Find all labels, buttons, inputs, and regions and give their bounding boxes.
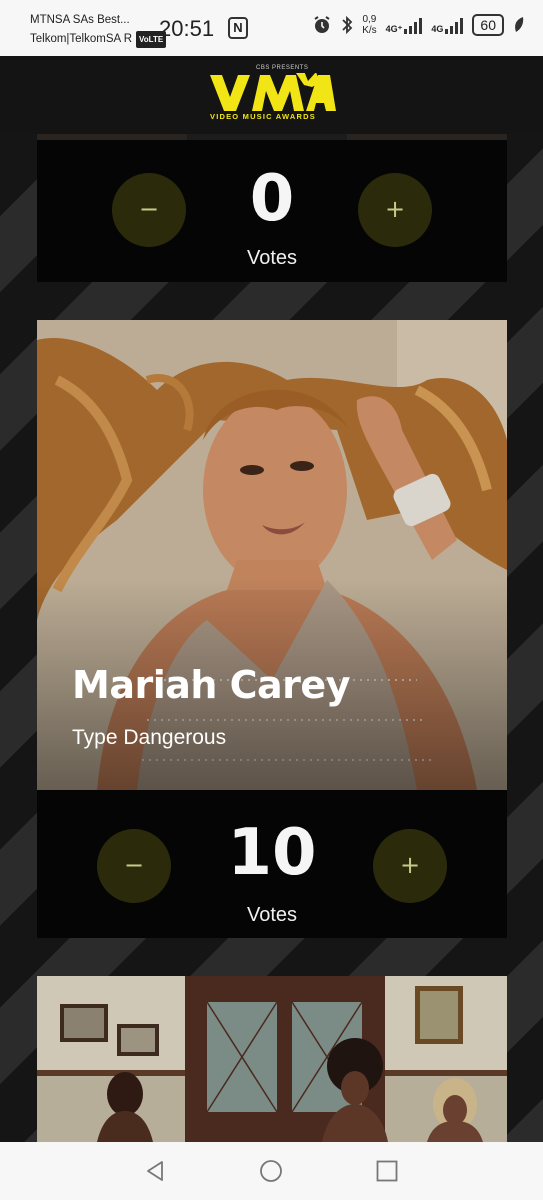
signal-bars-1-icon bbox=[404, 16, 423, 34]
network-speed: 0,9 K/s bbox=[362, 14, 376, 36]
votes-label: Votes bbox=[246, 904, 298, 926]
nominee-card: Mariah Carey Type Dangerous − 10 + Votes bbox=[37, 320, 507, 938]
signal-1: 4G⁺ bbox=[386, 16, 423, 34]
nominee-list: − 0 + Votes Mariah Carey Type Dangerous … bbox=[0, 134, 543, 1142]
vma-logo-mark bbox=[210, 73, 336, 111]
network-type-2: 4G bbox=[431, 24, 444, 34]
carrier-line-1: MTNSA SAs Best... bbox=[30, 14, 130, 26]
artist-photo: Mariah Carey Type Dangerous bbox=[37, 320, 507, 790]
home-icon[interactable] bbox=[259, 1159, 283, 1183]
nominee-card bbox=[37, 976, 507, 1142]
signal-bars-2-icon bbox=[445, 16, 464, 34]
vma-logo[interactable]: CBS PRESENTS VIDEO MUSIC AWARDS bbox=[208, 65, 336, 127]
system-nav-bar bbox=[0, 1142, 543, 1200]
remove-vote-button[interactable]: − bbox=[112, 173, 186, 247]
song-title: Type Dangerous bbox=[72, 726, 227, 749]
network-type-1: 4G⁺ bbox=[385, 24, 403, 34]
nominee-photo-shadow bbox=[187, 134, 347, 140]
back-icon[interactable] bbox=[143, 1159, 167, 1183]
carrier-info: MTNSA SAs Best... Telkom|TelkomSA R VoLT… bbox=[30, 13, 167, 48]
logo-subtitle: VIDEO MUSIC AWARDS bbox=[210, 112, 316, 121]
status-icons: 0,9 K/s 4G⁺ 4G 60 bbox=[312, 14, 525, 36]
add-vote-button[interactable]: + bbox=[358, 173, 432, 247]
artist-name: Mariah Carey bbox=[72, 663, 350, 707]
battery-icon: 60 bbox=[472, 14, 504, 36]
remove-vote-button[interactable]: − bbox=[97, 829, 171, 903]
add-vote-button[interactable]: + bbox=[373, 829, 447, 903]
clock: 20:51 bbox=[159, 16, 215, 41]
recents-icon[interactable] bbox=[375, 1159, 399, 1183]
carrier-line-2: Telkom|TelkomSA R bbox=[30, 33, 133, 45]
vote-count: 10 bbox=[227, 816, 317, 890]
vote-count: 0 bbox=[249, 162, 295, 236]
nominee-card: − 0 + Votes bbox=[37, 134, 507, 282]
speed-value: 0,9 bbox=[362, 14, 377, 25]
artist-photo-illustration bbox=[37, 320, 507, 790]
signal-2: 4G bbox=[431, 16, 464, 34]
speed-unit: K/s bbox=[362, 25, 377, 36]
leaf-icon bbox=[515, 17, 524, 32]
nominee-photo bbox=[37, 976, 507, 1142]
nfc-icon: N bbox=[228, 17, 248, 39]
presenter-label: CBS PRESENTS bbox=[256, 65, 309, 71]
status-bar: MTNSA SAs Best... Telkom|TelkomSA R VoLT… bbox=[0, 0, 543, 56]
votes-label: Votes bbox=[246, 247, 298, 269]
site-header: CBS PRESENTS VIDEO MUSIC AWARDS bbox=[0, 56, 543, 134]
bluetooth-icon bbox=[342, 15, 353, 35]
alarm-icon bbox=[314, 16, 330, 33]
nominee-photo-illustration bbox=[37, 976, 507, 1142]
